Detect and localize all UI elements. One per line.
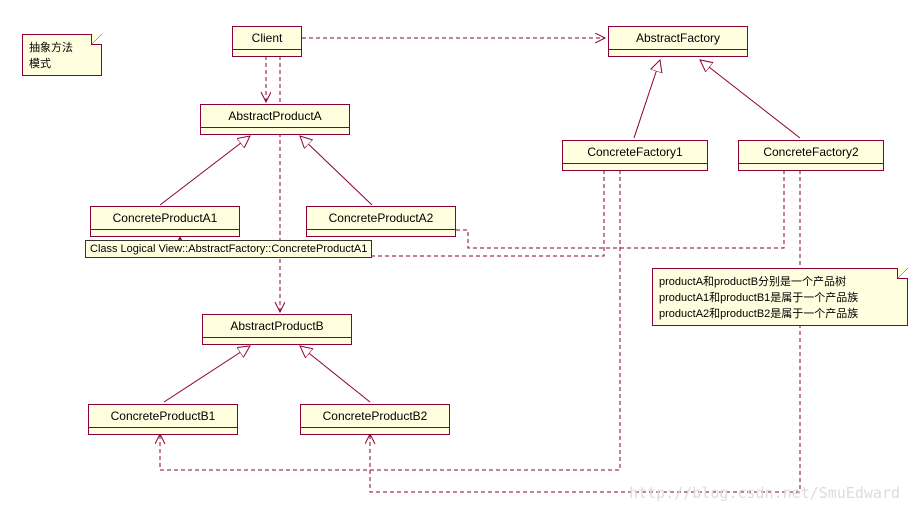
class-name: AbstractProductB	[203, 315, 351, 338]
class-name: Client	[233, 27, 301, 50]
note-product-family: productA和productB分别是一个产品树 productA1和prod…	[652, 268, 908, 326]
class-client[interactable]: Client	[232, 26, 302, 57]
note-line: productA和productB分别是一个产品树	[659, 273, 901, 289]
class-name: ConcreteProductB2	[301, 405, 449, 428]
class-concrete-product-b1[interactable]: ConcreteProductB1	[88, 404, 238, 435]
class-concrete-factory1[interactable]: ConcreteFactory1	[562, 140, 708, 171]
note-pattern-name: 抽象方法 模式	[22, 34, 102, 76]
class-abstract-product-a[interactable]: AbstractProductA	[200, 104, 350, 135]
class-name: AbstractFactory	[609, 27, 747, 50]
class-name: ConcreteFactory2	[739, 141, 883, 164]
note-line: 模式	[29, 55, 95, 71]
class-body	[739, 164, 883, 170]
class-body	[201, 128, 349, 134]
class-body	[609, 50, 747, 56]
class-name: ConcreteProductA2	[307, 207, 455, 230]
class-concrete-factory2[interactable]: ConcreteFactory2	[738, 140, 884, 171]
class-body	[307, 230, 455, 236]
class-name: ConcreteFactory1	[563, 141, 707, 164]
class-abstract-product-b[interactable]: AbstractProductB	[202, 314, 352, 345]
class-name: ConcreteProductA1	[91, 207, 239, 230]
note-line: 抽象方法	[29, 39, 95, 55]
class-body	[203, 338, 351, 344]
class-concrete-product-a2[interactable]: ConcreteProductA2	[306, 206, 456, 237]
class-concrete-product-a1[interactable]: ConcreteProductA1	[90, 206, 240, 237]
class-body	[301, 428, 449, 434]
note-line: productA1和productB1是属于一个产品族	[659, 289, 901, 305]
class-body	[89, 428, 237, 434]
note-line: productA2和productB2是属于一个产品族	[659, 305, 901, 321]
class-concrete-product-b2[interactable]: ConcreteProductB2	[300, 404, 450, 435]
class-body	[91, 230, 239, 236]
class-body	[233, 50, 301, 56]
class-name: AbstractProductA	[201, 105, 349, 128]
class-body	[563, 164, 707, 170]
class-abstract-factory[interactable]: AbstractFactory	[608, 26, 748, 57]
watermark: http://blog.csdn.net/SmuEdward	[629, 484, 900, 502]
tooltip-class-path: Class Logical View::AbstractFactory::Con…	[85, 240, 372, 258]
class-name: ConcreteProductB1	[89, 405, 237, 428]
